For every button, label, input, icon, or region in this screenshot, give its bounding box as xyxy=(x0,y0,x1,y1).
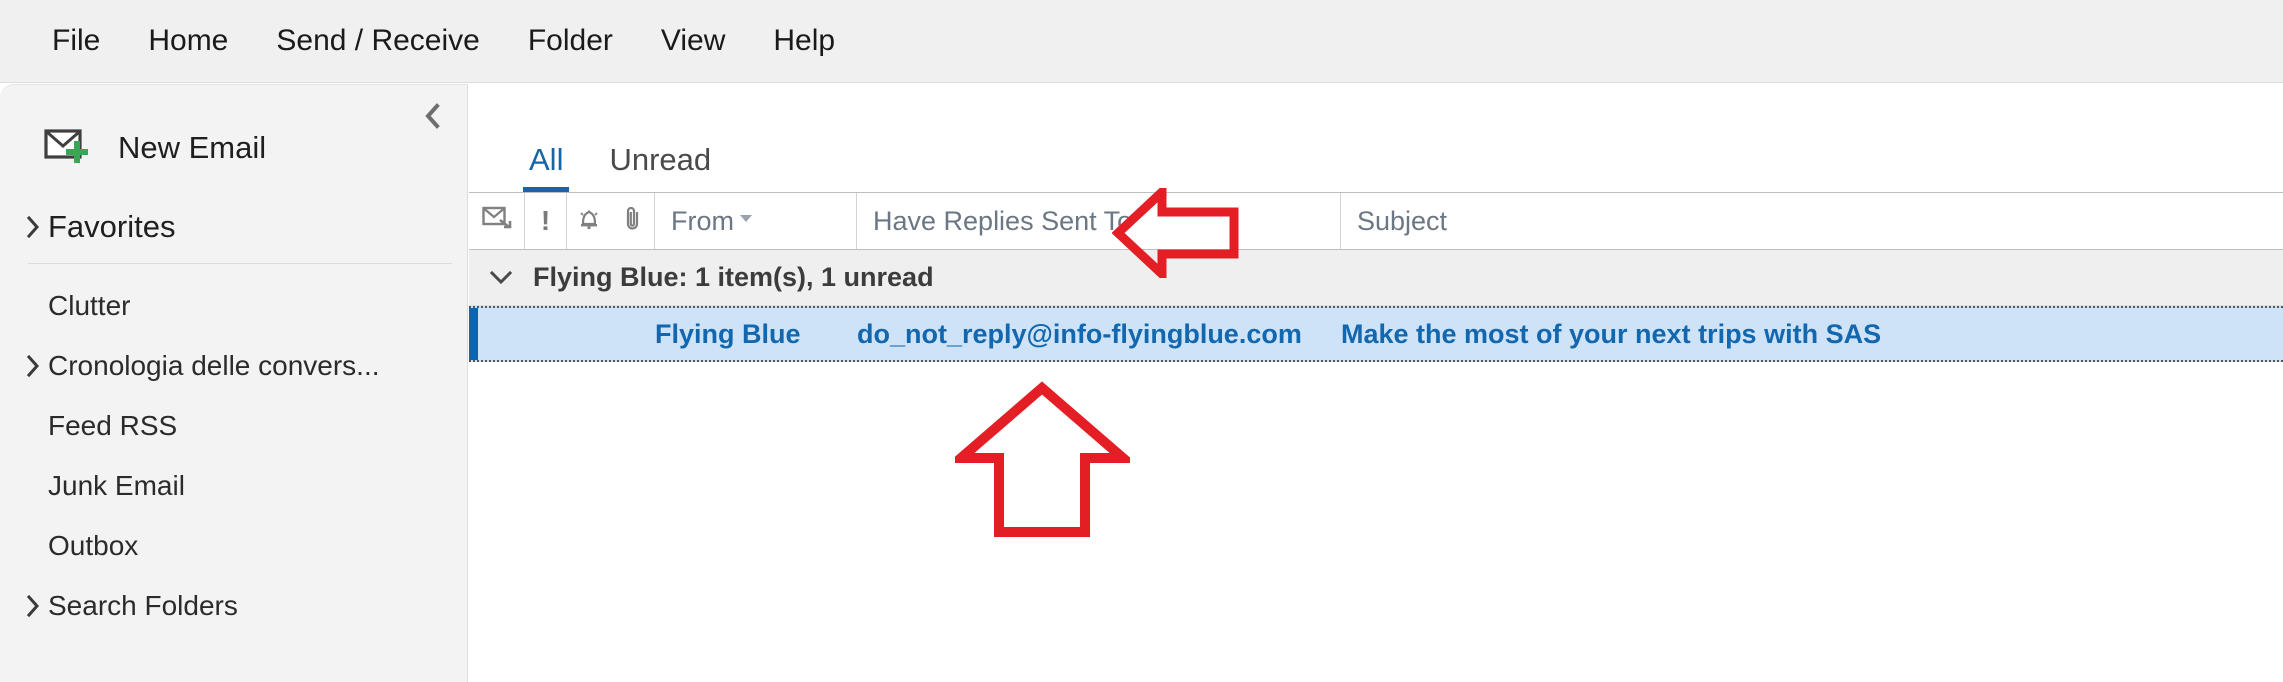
column-header-have-replies-sent-to-label: Have Replies Sent To xyxy=(873,205,1133,236)
column-header-row: ! From Have Replies Sent To Subject xyxy=(469,192,2283,250)
folder-label: Clutter xyxy=(48,290,131,321)
message-list-pane: All Unread ! From Have Replies Sent To S… xyxy=(469,84,2283,682)
sidebar-divider xyxy=(28,263,452,264)
message-subject: Make the most of your next trips with SA… xyxy=(1341,318,1882,349)
chevron-down-icon xyxy=(469,269,533,287)
ribbon-tab-bar: File Home Send / Receive Folder View Hel… xyxy=(0,0,2283,83)
ribbon-tab-view[interactable]: View xyxy=(639,20,747,62)
selection-indicator-bar xyxy=(469,308,478,360)
folder-label: Junk Email xyxy=(48,470,185,501)
group-header-flying-blue[interactable]: Flying Blue: 1 item(s), 1 unread xyxy=(469,250,2283,306)
column-header-have-replies-sent-to[interactable]: Have Replies Sent To xyxy=(857,193,1341,249)
group-header-label: Flying Blue: 1 item(s), 1 unread xyxy=(533,262,934,292)
sidebar-item-search-folders[interactable]: Search Folders xyxy=(0,576,467,636)
importance-icon: ! xyxy=(540,205,551,236)
chevron-right-icon xyxy=(18,594,48,618)
new-email-button[interactable]: New Email xyxy=(44,127,374,169)
folder-label: Feed RSS xyxy=(48,410,178,441)
tab-unread[interactable]: Unread xyxy=(597,142,723,192)
chevron-right-icon xyxy=(18,354,48,378)
favorites-label: Favorites xyxy=(48,209,176,244)
message-filter-tabs: All Unread xyxy=(469,112,745,192)
table-row[interactable]: Flying Blue do_not_reply@info-flyingblue… xyxy=(469,306,2283,362)
new-email-envelope-icon xyxy=(44,127,94,169)
column-header-subject[interactable]: Subject xyxy=(1341,193,2283,249)
sort-descending-icon xyxy=(738,212,754,230)
ribbon-tab-help[interactable]: Help xyxy=(751,20,857,62)
outlook-window: File Home Send / Receive Folder View Hel… xyxy=(0,0,2283,682)
ribbon-tab-folder[interactable]: Folder xyxy=(506,20,635,62)
column-header-reminder[interactable] xyxy=(567,193,611,249)
sidebar-item-favorites[interactable]: Favorites xyxy=(18,205,467,249)
chevron-left-icon xyxy=(423,103,441,129)
tab-all[interactable]: All xyxy=(517,142,575,192)
collapse-sidebar-button[interactable] xyxy=(415,99,449,133)
folder-label: Outbox xyxy=(48,530,139,561)
column-header-read-status[interactable] xyxy=(469,193,525,249)
paperclip-icon xyxy=(622,205,644,238)
message-have-replies-sent-to: do_not_reply@info-flyingblue.com xyxy=(857,318,1302,349)
column-header-from[interactable]: From xyxy=(655,193,857,249)
folder-list: Clutter Cronologia delle convers... Feed… xyxy=(0,276,467,636)
sidebar-item-outbox[interactable]: Outbox xyxy=(0,516,467,576)
envelope-read-icon xyxy=(481,206,512,237)
column-header-from-label: From xyxy=(671,205,734,236)
new-email-label: New Email xyxy=(118,130,267,165)
sidebar-item-cronologia-delle-conversazioni[interactable]: Cronologia delle convers... xyxy=(0,336,467,396)
message-from: Flying Blue xyxy=(655,318,801,349)
folder-label: Cronologia delle convers... xyxy=(48,350,380,381)
bell-icon xyxy=(575,205,603,238)
chevron-right-icon xyxy=(18,215,48,239)
sidebar-item-junk-email[interactable]: Junk Email xyxy=(0,456,467,516)
sidebar-item-clutter[interactable]: Clutter xyxy=(0,276,467,336)
column-header-subject-label: Subject xyxy=(1357,205,1448,236)
ribbon-tab-file[interactable]: File xyxy=(30,20,122,62)
sidebar-item-feed-rss[interactable]: Feed RSS xyxy=(0,396,467,456)
folder-pane: New Email Favorites Clutter Cronologia d… xyxy=(0,84,468,682)
ribbon-tab-home[interactable]: Home xyxy=(126,20,250,62)
ribbon-tab-send-receive[interactable]: Send / Receive xyxy=(254,20,501,62)
column-header-importance[interactable]: ! xyxy=(525,193,567,249)
column-header-attachment[interactable] xyxy=(611,193,655,249)
folder-label: Search Folders xyxy=(48,590,238,621)
